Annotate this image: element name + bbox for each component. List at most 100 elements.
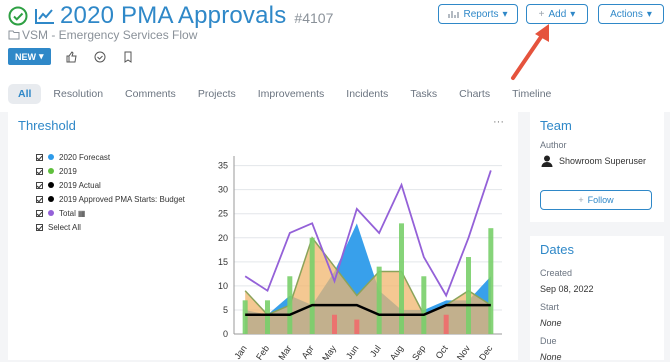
- legend-select-all[interactable]: Select All: [36, 220, 185, 234]
- bar-oct: [443, 314, 449, 334]
- reports-button[interactable]: Reports ▾: [438, 4, 518, 24]
- x-tick-label: May: [320, 343, 338, 360]
- tab-improvements[interactable]: Improvements: [248, 84, 335, 104]
- tab-tasks[interactable]: Tasks: [400, 84, 447, 104]
- page-title: 2020 PMA Approvals: [60, 2, 287, 29]
- plus-icon: +: [578, 195, 584, 205]
- y-tick-label: 35: [218, 161, 228, 171]
- team-panel: Team Author Showroom Superuser + Follow: [530, 112, 664, 222]
- actions-label: Actions: [610, 8, 643, 20]
- author-row[interactable]: Showroom Superuser: [540, 154, 646, 168]
- reports-label: Reports: [463, 8, 499, 20]
- legend-dot: [48, 154, 54, 160]
- title-row: 2020 PMA Approvals #4107: [8, 2, 333, 30]
- bookmark-icon[interactable]: [121, 50, 135, 64]
- tab-all[interactable]: All: [8, 84, 42, 104]
- thumbs-up-icon[interactable]: [65, 50, 79, 64]
- x-tick-label: Feb: [254, 343, 271, 360]
- tab-timeline[interactable]: Timeline: [502, 84, 561, 104]
- add-button[interactable]: + Add ▾: [526, 4, 588, 24]
- legend-item-2019-actual[interactable]: 2019 Actual: [36, 178, 185, 192]
- status-badge[interactable]: NEW ▾: [8, 48, 51, 65]
- bar-apr: [309, 237, 315, 334]
- more-options-icon[interactable]: ···: [493, 116, 504, 128]
- checkbox-icon: [36, 223, 43, 231]
- bar-sep: [421, 276, 427, 334]
- check-circle-icon[interactable]: [93, 50, 107, 64]
- panel-title: Threshold: [18, 118, 76, 133]
- trend-chart-icon: [35, 9, 54, 24]
- bar-may: [332, 314, 337, 334]
- threshold-panel: Threshold ··· 2020 Forecast 2019 2019 Ac…: [8, 112, 518, 360]
- record-number: #4107: [294, 10, 334, 26]
- bar-aug: [399, 223, 404, 334]
- tab-charts[interactable]: Charts: [449, 84, 500, 104]
- bar-nov: [466, 257, 471, 334]
- x-tick-label: Aug: [388, 343, 405, 360]
- record-header: 2020 PMA Approvals #4107 VSM - Emergency…: [0, 0, 670, 112]
- bar-jan: [242, 300, 248, 334]
- start-label: Start: [540, 302, 560, 312]
- due-label: Due: [540, 336, 557, 346]
- bar-dec: [488, 228, 494, 334]
- tab-resolution[interactable]: Resolution: [43, 84, 113, 104]
- x-tick-label: Apr: [300, 343, 316, 360]
- y-tick-label: 5: [223, 305, 228, 315]
- annotation-arrow: [511, 24, 549, 80]
- chart-legend: 2020 Forecast 2019 2019 Actual 2019 Appr…: [36, 150, 185, 234]
- legend-item-2020-forecast[interactable]: 2020 Forecast: [36, 150, 185, 164]
- tab-comments[interactable]: Comments: [115, 84, 186, 104]
- bar-jun: [354, 319, 360, 334]
- legend-label: Total: [59, 208, 76, 218]
- follow-button[interactable]: + Follow: [540, 190, 652, 210]
- threshold-chart: 0 5 10 15 20 25 30 35 Jan Feb Mar Apr May Jun Jul Aug Se…: [218, 156, 502, 360]
- team-title: Team: [540, 118, 572, 133]
- legend-item-2019[interactable]: 2019: [36, 164, 185, 178]
- y-tick-label: 15: [218, 257, 228, 267]
- y-tick-label: 30: [218, 185, 228, 195]
- legend-label: Select All: [48, 222, 81, 232]
- checkbox-icon: [36, 181, 43, 189]
- author-label: Author: [540, 140, 567, 150]
- tab-bar: All Resolution Comments Projects Improve…: [8, 84, 563, 104]
- x-tick-label: Sep: [410, 343, 427, 360]
- bar-chart-icon: [448, 10, 460, 18]
- checkbox-icon: [36, 209, 43, 217]
- legend-dot: [48, 168, 54, 174]
- tab-projects[interactable]: Projects: [188, 84, 246, 104]
- x-tick-label: Mar: [276, 343, 293, 360]
- legend-item-budget[interactable]: 2019 Approved PMA Starts: Budget: [36, 192, 185, 206]
- legend-dot: [48, 210, 54, 216]
- x-tick-label: Dec: [477, 343, 495, 360]
- x-tick-label: Jul: [368, 343, 383, 358]
- dates-title: Dates: [540, 242, 574, 257]
- x-tick-label: Nov: [455, 343, 473, 360]
- breadcrumb[interactable]: VSM - Emergency Services Flow: [8, 28, 197, 42]
- bar-jul: [376, 266, 382, 334]
- status-badge-label: NEW: [15, 51, 36, 62]
- y-tick-label: 20: [218, 233, 228, 243]
- author-name: Showroom Superuser: [559, 156, 647, 166]
- legend-label: 2019: [59, 166, 77, 176]
- chevron-down-icon: ▾: [39, 51, 44, 61]
- calculator-icon: ▦: [77, 208, 86, 218]
- due-value: None: [540, 352, 562, 362]
- flow-name: VSM - Emergency Services Flow: [22, 28, 198, 42]
- user-avatar-icon: [541, 155, 553, 167]
- legend-label: 2020 Forecast: [59, 152, 111, 162]
- completed-check-icon: [8, 6, 28, 26]
- add-label: Add: [548, 8, 567, 20]
- y-tick-label: 0: [223, 329, 228, 339]
- legend-label: 2019 Actual: [59, 180, 101, 190]
- tab-incidents[interactable]: Incidents: [336, 84, 398, 104]
- bar-feb: [265, 300, 270, 334]
- dates-panel: Dates Created Sep 08, 2022 Start None Du…: [530, 236, 664, 362]
- bar-mar: [287, 276, 293, 334]
- y-tick-label: 25: [218, 209, 228, 219]
- plus-icon: +: [538, 8, 545, 20]
- start-value: None: [540, 318, 562, 328]
- actions-button[interactable]: Actions ▾: [598, 4, 664, 24]
- legend-item-total[interactable]: Total ▦: [36, 206, 185, 220]
- x-tick-label: Jan: [232, 343, 249, 360]
- legend-dot: [48, 182, 54, 188]
